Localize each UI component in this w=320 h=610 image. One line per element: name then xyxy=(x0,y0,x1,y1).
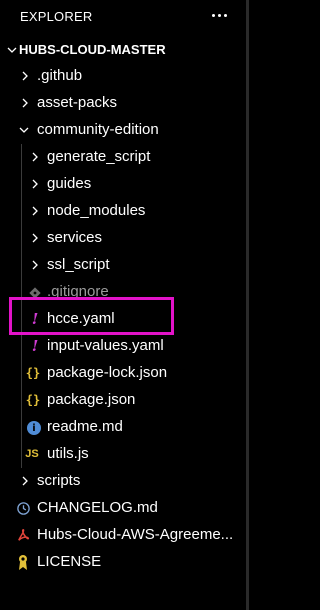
tree-item-label: readme.md xyxy=(47,418,123,435)
workspace-root-label: HUBS-CLOUD-MASTER xyxy=(19,42,166,57)
tree-item-readme-md-file[interactable]: i readme.md xyxy=(0,414,249,441)
info-icon: i xyxy=(27,421,41,435)
pdf-icon xyxy=(18,529,30,541)
javascript-icon: JS xyxy=(25,448,39,460)
explorer-header: EXPLORER xyxy=(0,0,249,34)
tree-item-package-json-file[interactable]: {} package.json xyxy=(0,387,249,414)
tree-item-label: services xyxy=(47,229,103,246)
tree-item-gitignore-file[interactable]: .gitignore xyxy=(0,279,249,306)
tree-item-generate-script-folder[interactable]: generate_script xyxy=(0,144,249,171)
json-icon: {} xyxy=(25,393,41,407)
tree-item-label: generate_script xyxy=(47,148,151,165)
ellipsis-icon[interactable] xyxy=(208,4,230,26)
tree-item-label: node_modules xyxy=(47,202,146,219)
tree-item-scripts-folder[interactable]: scripts xyxy=(0,468,249,495)
json-icon: {} xyxy=(25,366,41,380)
tree-item-label: package-lock.json xyxy=(47,364,168,381)
tree-item-aws-agreement-pdf-file[interactable]: Hubs-Cloud-AWS-Agreeme... xyxy=(0,522,249,549)
tree-item-label: asset-packs xyxy=(37,94,118,111)
chevron-right-icon xyxy=(32,206,38,216)
git-diamond-icon xyxy=(29,287,41,299)
chevron-right-icon xyxy=(22,476,28,486)
history-icon xyxy=(17,502,30,515)
panel-edge xyxy=(246,0,249,610)
tree-item-label: utils.js xyxy=(47,445,89,462)
tree-item-asset-packs-folder[interactable]: asset-packs xyxy=(0,90,249,117)
tree-item-node-modules-folder[interactable]: node_modules xyxy=(0,198,249,225)
chevron-right-icon xyxy=(32,152,38,162)
tree-item-package-lock-json-file[interactable]: {} package-lock.json xyxy=(0,360,249,387)
tree-item-label: guides xyxy=(47,175,92,192)
tree-item-label: scripts xyxy=(37,472,81,489)
tree-item-label: ssl_script xyxy=(47,256,110,273)
tree-item-github-folder[interactable]: .github xyxy=(0,63,249,90)
tree-item-label: community-edition xyxy=(37,121,159,138)
tree-item-label: .gitignore xyxy=(47,283,109,300)
tree-item-utils-js-file[interactable]: JS utils.js xyxy=(0,441,249,468)
tree-item-label: .github xyxy=(37,67,83,84)
chevron-down-icon xyxy=(7,47,17,53)
chevron-right-icon xyxy=(22,98,28,108)
tree-item-hcce-yaml-file[interactable]: ! hcce.yaml xyxy=(0,306,249,333)
yaml-icon: ! xyxy=(31,310,39,328)
explorer-title: EXPLORER xyxy=(20,9,93,24)
chevron-right-icon xyxy=(22,71,28,81)
tree-item-input-values-yaml-file[interactable]: ! input-values.yaml xyxy=(0,333,249,360)
tree-item-label: LICENSE xyxy=(37,553,102,570)
license-icon xyxy=(19,555,27,570)
chevron-down-icon xyxy=(19,127,29,133)
tree-item-label: CHANGELOG.md xyxy=(37,499,158,516)
chevron-right-icon xyxy=(32,179,38,189)
yaml-icon: ! xyxy=(31,337,39,355)
tree-item-changelog-md-file[interactable]: CHANGELOG.md xyxy=(0,495,249,522)
chevron-right-icon xyxy=(32,233,38,243)
tree-item-label: hcce.yaml xyxy=(47,310,115,327)
tree-item-label: package.json xyxy=(47,391,136,408)
tree-item-ssl-script-folder[interactable]: ssl_script xyxy=(0,252,249,279)
explorer-panel: EXPLORER HUBS-CLOUD-MASTER .github asset… xyxy=(0,0,249,610)
tree-item-label: input-values.yaml xyxy=(47,337,164,354)
tree-item-services-folder[interactable]: services xyxy=(0,225,249,252)
tree-item-label: Hubs-Cloud-AWS-Agreeme... xyxy=(37,526,234,543)
workspace-root-folder[interactable]: HUBS-CLOUD-MASTER xyxy=(0,37,249,63)
chevron-right-icon xyxy=(32,260,38,270)
tree-item-license-file[interactable]: LICENSE xyxy=(0,549,249,576)
tree-item-community-edition-folder[interactable]: community-edition xyxy=(0,117,249,144)
tree-item-guides-folder[interactable]: guides xyxy=(0,171,249,198)
